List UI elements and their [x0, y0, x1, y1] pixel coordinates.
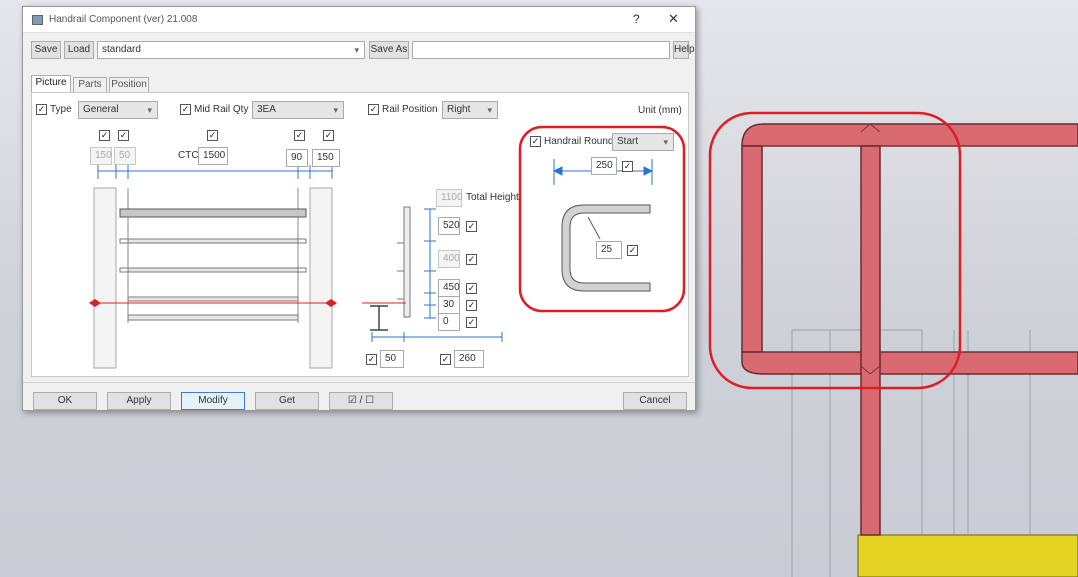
help-question-button[interactable]: ?	[633, 12, 640, 26]
footer-separator	[23, 382, 695, 383]
handrail-round-label: Handrail Round	[544, 136, 614, 147]
bottom-height-checkbox[interactable]: ✓	[466, 317, 477, 328]
rail-position-label: Rail Position	[382, 104, 438, 115]
preset-select[interactable]: standard ▾	[97, 41, 365, 59]
left-a-input[interactable]: 150	[90, 147, 112, 165]
base-plate	[857, 534, 1078, 577]
cancel-button[interactable]: Cancel	[623, 392, 687, 410]
ctc-input[interactable]: 1500	[198, 147, 228, 165]
rail-position-select[interactable]: Right ▾	[442, 101, 498, 119]
type-checkbox[interactable]: ✓	[36, 104, 47, 115]
round-radius-checkbox[interactable]: ✓	[627, 245, 638, 256]
total-height-input[interactable]: 1100	[436, 189, 463, 207]
chevron-down-icon: ▾	[663, 137, 668, 147]
offset-right-input[interactable]: 260	[454, 350, 484, 368]
type-select[interactable]: General ▾	[78, 101, 158, 119]
save-as-button[interactable]: Save As	[369, 41, 409, 59]
tab-picture[interactable]: Picture	[31, 75, 71, 93]
offset-left-input[interactable]: 50	[380, 350, 404, 368]
window-title: Handrail Component (ver) 21.008	[49, 14, 198, 25]
bottom-height-input[interactable]: 0	[438, 313, 460, 331]
type-label: Type	[50, 104, 72, 115]
mid-rail-checkbox[interactable]: ✓	[180, 104, 191, 115]
lower-height-checkbox[interactable]: ✓	[466, 283, 477, 294]
chevron-down-icon: ▾	[333, 105, 338, 115]
toggle-all-button[interactable]: ☑ / ☐	[329, 392, 393, 410]
left-b-input[interactable]: 50	[114, 147, 136, 165]
tab-position[interactable]: Position	[109, 77, 149, 93]
right-b-input[interactable]: 150	[312, 149, 340, 167]
lower-height-input[interactable]: 450	[438, 279, 460, 297]
right-a-checkbox[interactable]: ✓	[294, 130, 305, 141]
offset-left-checkbox[interactable]: ✓	[366, 354, 377, 365]
mid-height-input[interactable]: 400	[438, 250, 460, 268]
load-button[interactable]: Load	[64, 41, 94, 59]
mid-rail-select[interactable]: 3EA ▾	[252, 101, 344, 119]
ctc-checkbox[interactable]: ✓	[207, 130, 218, 141]
handrail-round-select[interactable]: Start ▾	[612, 133, 674, 151]
base-height-checkbox[interactable]: ✓	[466, 300, 477, 311]
total-height-label: Total Height	[466, 192, 519, 203]
round-length-input[interactable]: 250	[591, 157, 617, 175]
handrail-component-dialog: Handrail Component (ver) 21.008 ? ✕ Save…	[22, 6, 696, 411]
app-icon	[32, 15, 43, 25]
top-rail-height-checkbox[interactable]: ✓	[466, 221, 477, 232]
right-b-checkbox[interactable]: ✓	[323, 130, 334, 141]
picture-tab-panel: ✓ Type General ▾ ✓ Mid Rail Qty 3EA ▾ ✓ …	[31, 92, 689, 377]
preset-select-value: standard	[102, 44, 141, 55]
unit-label: Unit (mm)	[638, 105, 682, 116]
tab-parts[interactable]: Parts	[73, 77, 107, 93]
apply-button[interactable]: Apply	[107, 392, 171, 410]
close-button[interactable]: ✕	[668, 11, 679, 27]
mid-rail-label: Mid Rail Qty	[194, 104, 249, 115]
title-bar[interactable]: Handrail Component (ver) 21.008 ? ✕	[23, 7, 695, 33]
ok-button[interactable]: OK	[33, 392, 97, 410]
get-button[interactable]: Get	[255, 392, 319, 410]
round-length-checkbox[interactable]: ✓	[622, 161, 633, 172]
chevron-down-icon: ▾	[487, 105, 492, 115]
mid-height-checkbox[interactable]: ✓	[466, 254, 477, 265]
handrail-round-checkbox[interactable]: ✓	[530, 136, 541, 147]
save-as-name-input[interactable]	[412, 41, 670, 59]
ctc-label: CTC	[178, 150, 199, 161]
round-radius-input[interactable]: 25	[596, 241, 622, 259]
chevron-down-icon: ▾	[354, 45, 359, 55]
handrail-round-select-value: Start	[617, 136, 639, 147]
save-button[interactable]: Save	[31, 41, 61, 59]
modify-button[interactable]: Modify	[181, 392, 245, 410]
help-button[interactable]: Help	[673, 41, 695, 59]
top-rail-height-input[interactable]: 520	[438, 217, 460, 235]
rail-position-select-value: Right	[447, 104, 471, 115]
chevron-down-icon: ▾	[147, 105, 152, 115]
base-height-input[interactable]: 30	[438, 296, 460, 314]
rail-position-checkbox[interactable]: ✓	[368, 104, 379, 115]
left-b-checkbox[interactable]: ✓	[118, 130, 129, 141]
type-select-value: General	[83, 104, 119, 115]
right-a-input[interactable]: 90	[286, 149, 308, 167]
mid-rail-select-value: 3EA	[257, 104, 276, 115]
offset-right-checkbox[interactable]: ✓	[440, 354, 451, 365]
left-a-checkbox[interactable]: ✓	[99, 130, 110, 141]
